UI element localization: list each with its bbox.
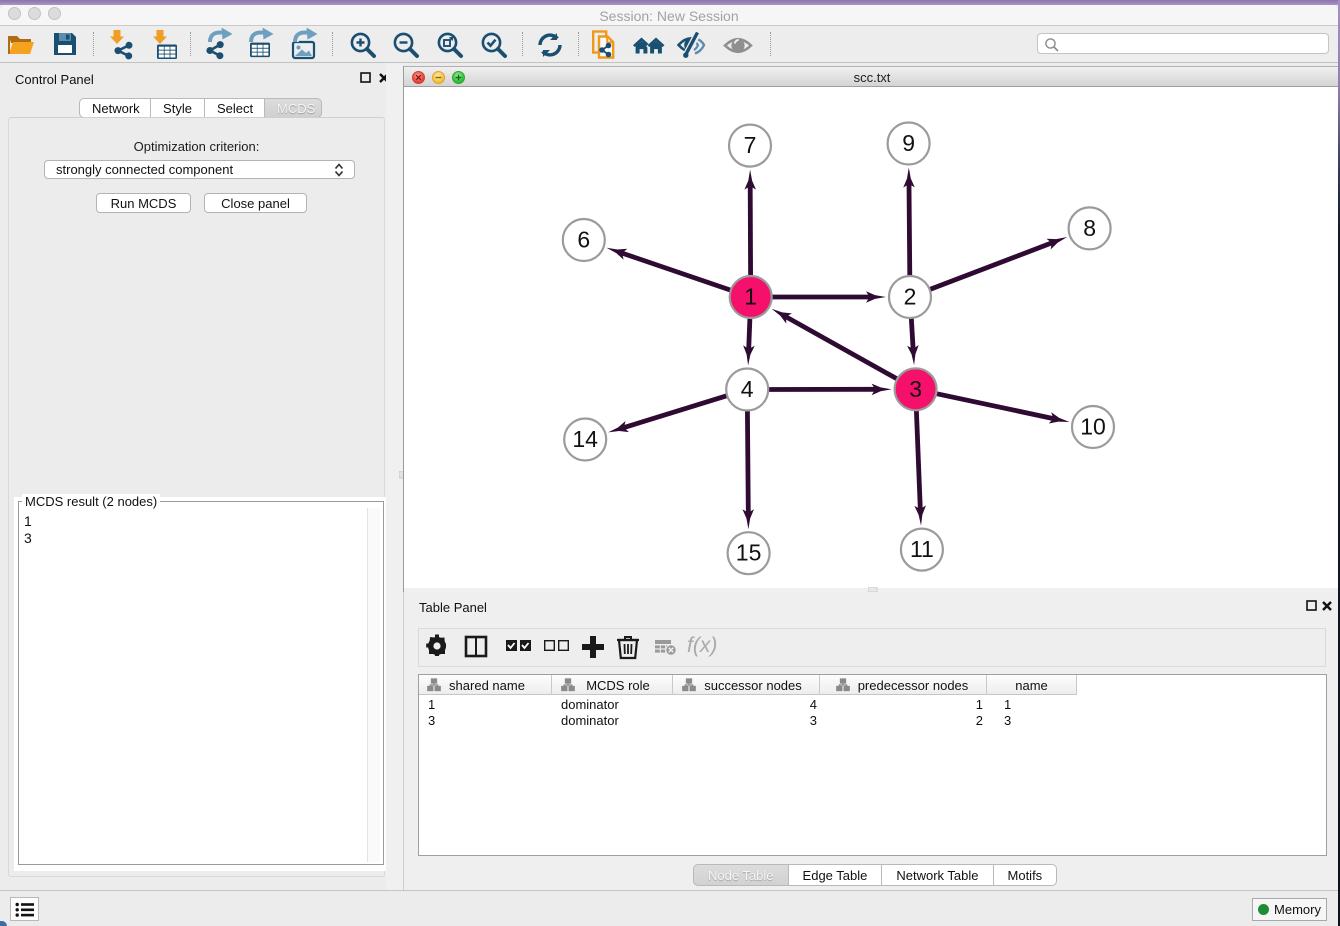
svg-text:15: 15	[736, 540, 762, 566]
svg-text:6: 6	[577, 227, 590, 253]
svg-text:f(x): f(x)	[687, 634, 717, 657]
svg-text:7: 7	[744, 132, 757, 158]
svg-text:4: 4	[741, 376, 754, 402]
svg-text:1: 1	[744, 284, 757, 310]
svg-text:8: 8	[1083, 215, 1096, 241]
svg-text:10: 10	[1080, 414, 1106, 440]
svg-text:2: 2	[904, 284, 917, 310]
svg-text:14: 14	[572, 426, 598, 452]
svg-text:9: 9	[902, 130, 915, 156]
svg-text:3: 3	[909, 376, 922, 402]
svg-text:11: 11	[910, 536, 934, 562]
